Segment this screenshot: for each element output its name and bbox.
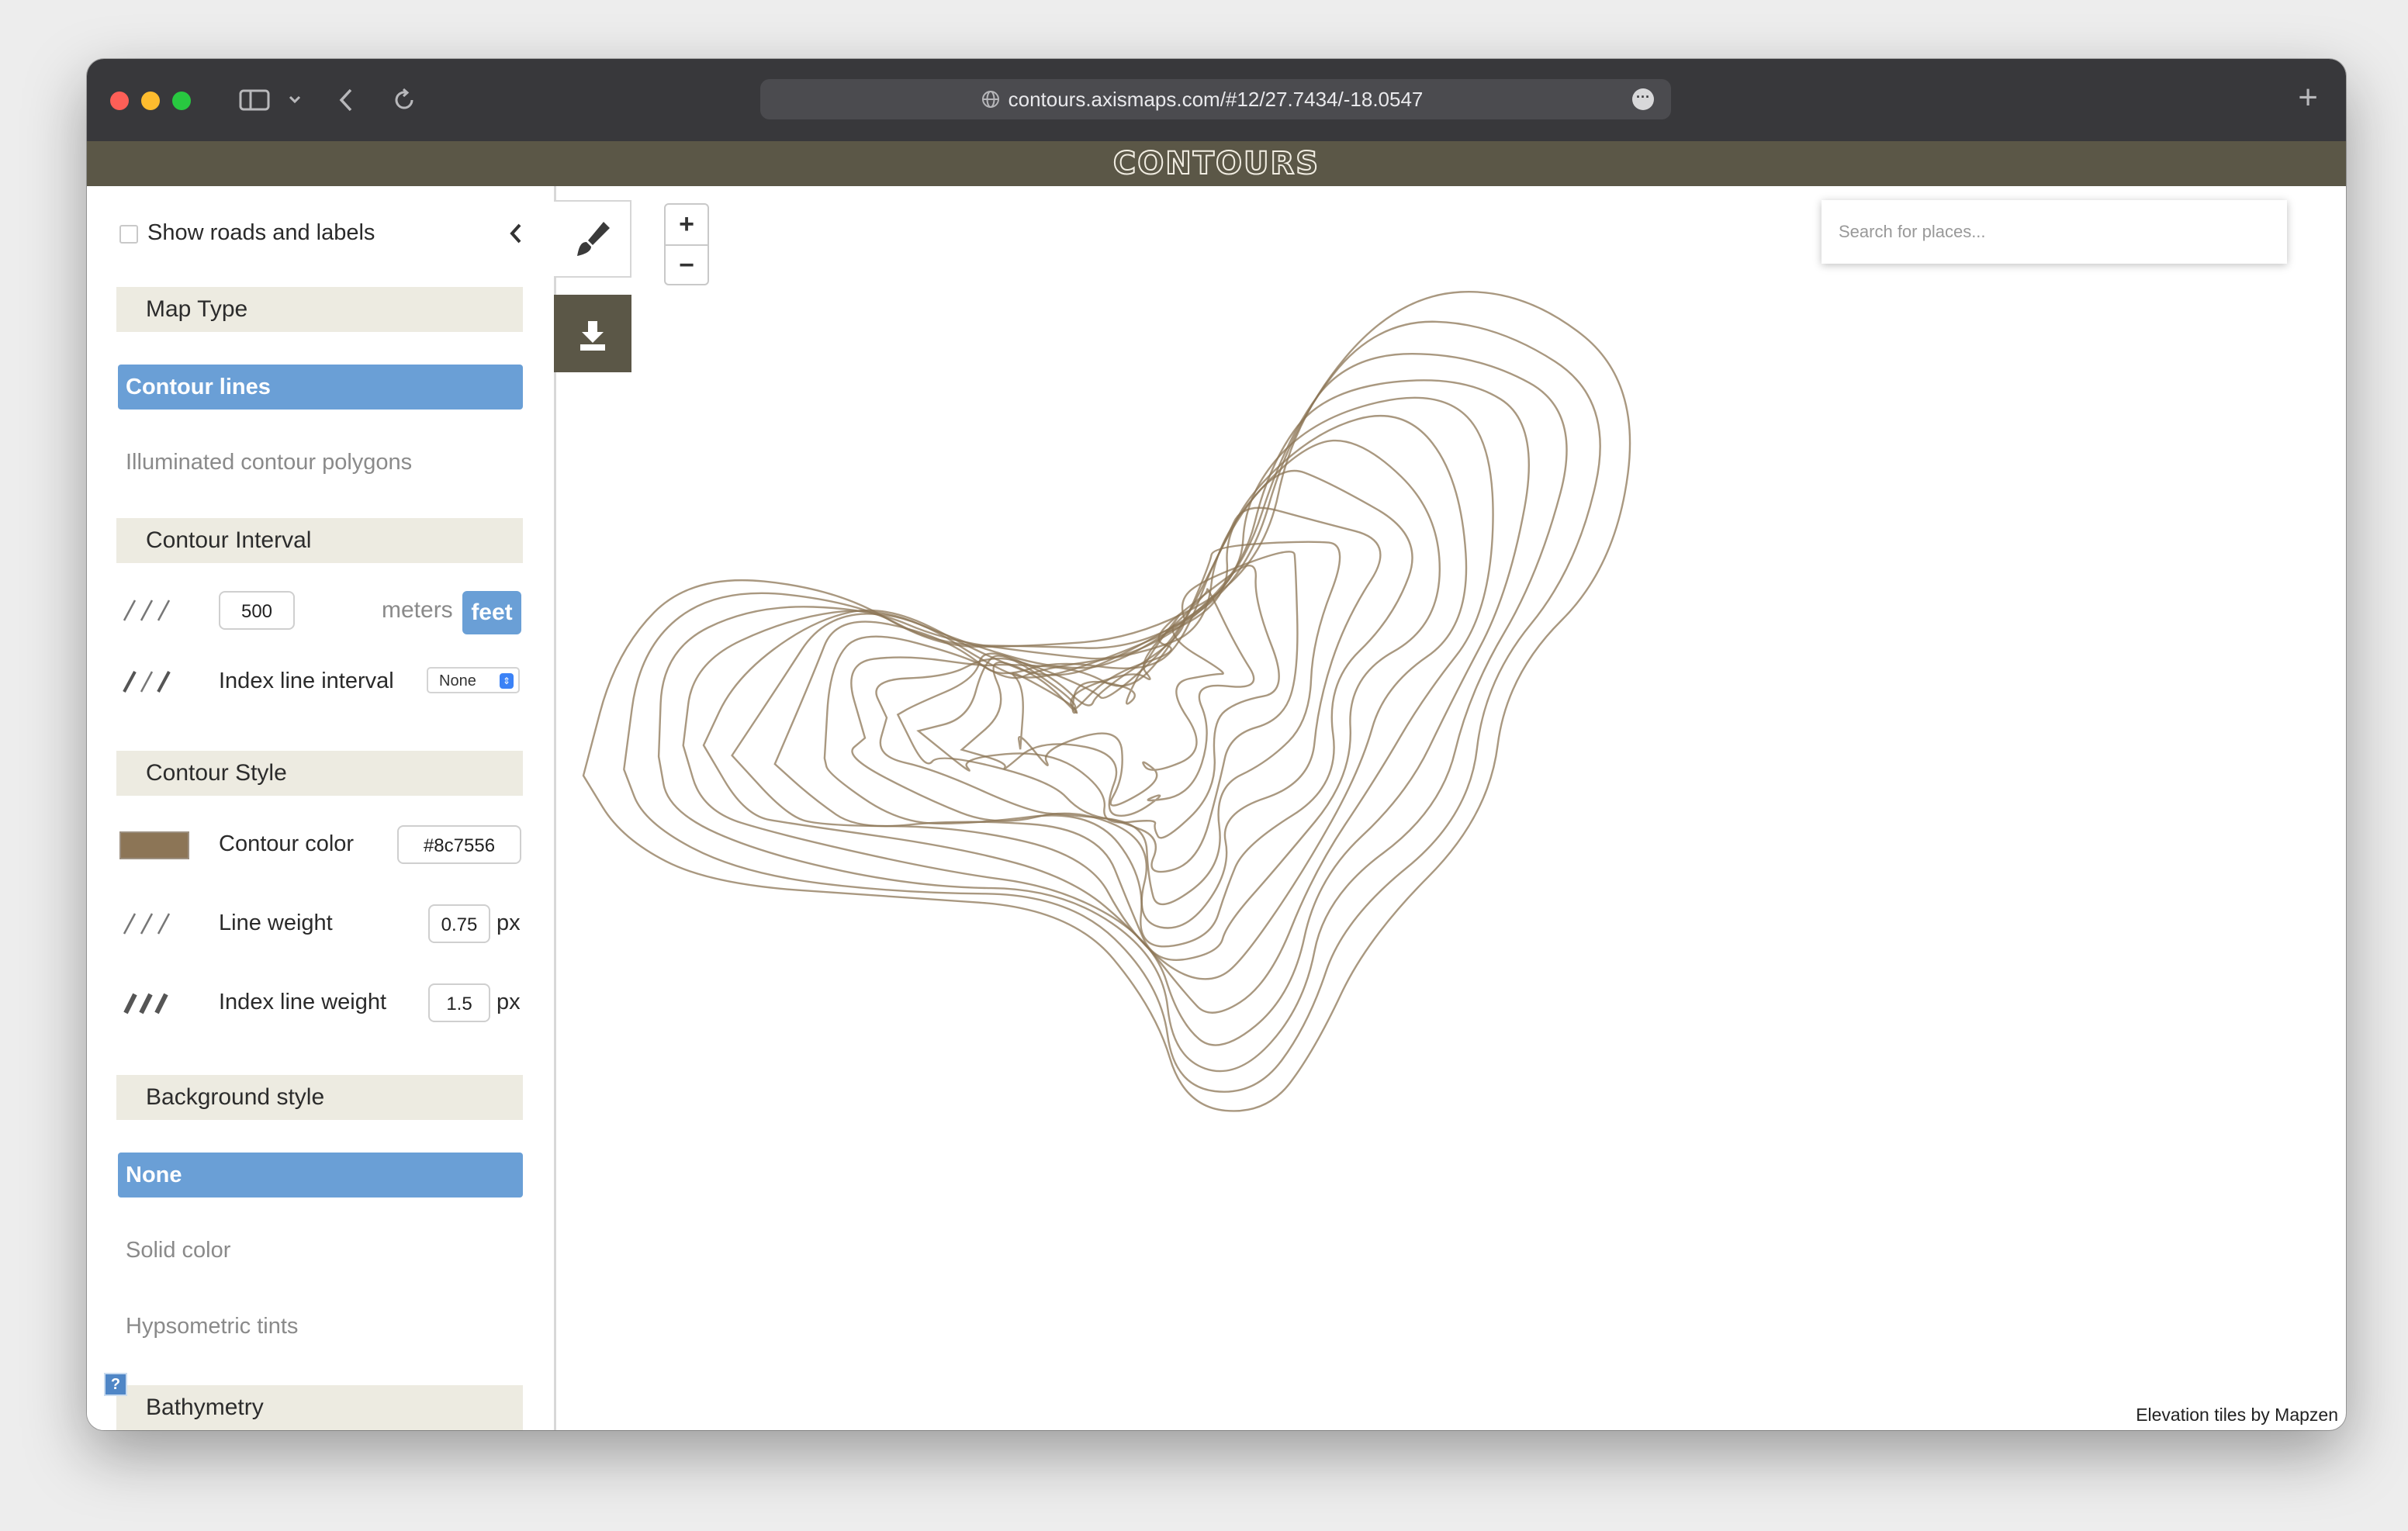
- line-weight-unit: px: [496, 911, 521, 935]
- line-weight-label: Line weight: [219, 911, 333, 935]
- contour-line: [582, 291, 1631, 1112]
- browser-titlebar: contours.axismaps.com/#12/27.7434/-18.05…: [87, 59, 2346, 143]
- app-header: CONTOURS: [87, 141, 2346, 186]
- style-tool-button[interactable]: [554, 200, 631, 278]
- line-interval-icon: [123, 600, 171, 621]
- bathymetry-header: Bathymetry: [116, 1385, 523, 1430]
- download-icon: [580, 321, 605, 351]
- contour-color-label: Contour color: [219, 831, 355, 856]
- unit-feet-button[interactable]: feet: [462, 591, 521, 634]
- close-window-button[interactable]: [110, 92, 129, 110]
- map-type-header: Map Type: [116, 287, 523, 332]
- contour-lines-group: [582, 291, 1631, 1112]
- contour-line: [657, 352, 1568, 1073]
- background-none-option[interactable]: None: [118, 1153, 523, 1197]
- show-roads-label: Show roads and labels: [147, 220, 375, 245]
- contour-line: [682, 379, 1530, 1046]
- line-weight-icon: [123, 913, 171, 935]
- contour-color-swatch[interactable]: [119, 831, 189, 859]
- contour-interval-header: Contour Interval: [116, 518, 523, 563]
- chevron-down-icon[interactable]: [287, 90, 303, 113]
- globe-icon: [981, 79, 1001, 133]
- minimize-window-button[interactable]: [141, 92, 160, 110]
- download-tool-button[interactable]: [554, 295, 631, 372]
- zoom-control: + −: [664, 203, 709, 285]
- contour-map: [582, 291, 1631, 1112]
- new-tab-icon[interactable]: +: [2298, 78, 2318, 118]
- attribution-text: Elevation tiles by Mapzen: [2136, 1405, 2338, 1425]
- background-style-header: Background style: [116, 1075, 523, 1120]
- contour-line: [850, 506, 1382, 929]
- app-title: CONTOURS: [1112, 145, 1320, 182]
- more-icon[interactable]: ···: [1632, 88, 1654, 110]
- contour-color-input[interactable]: #8c7556: [397, 825, 521, 864]
- place-search-input[interactable]: Search for places...: [1822, 200, 2287, 264]
- settings-sidebar: Show roads and labels Map Type Contour l…: [87, 186, 556, 1430]
- browser-window: contours.axismaps.com/#12/27.7434/-18.05…: [87, 59, 2346, 1430]
- brush-icon: [577, 222, 610, 256]
- index-line-interval-label: Index line interval: [219, 669, 394, 693]
- contour-line: [702, 396, 1494, 1014]
- index-line-weight-label: Index line weight: [219, 990, 387, 1014]
- contour-style-header: Contour Style: [116, 751, 523, 796]
- show-roads-checkbox[interactable]: [119, 225, 138, 244]
- help-icon[interactable]: ?: [104, 1373, 127, 1396]
- contour-line: [731, 414, 1468, 980]
- background-hypsometric-option[interactable]: Hypsometric tints: [126, 1314, 298, 1339]
- contour-line: [960, 588, 1255, 817]
- chevron-left-icon[interactable]: [506, 220, 526, 251]
- zoom-in-button[interactable]: +: [666, 205, 708, 246]
- index-line-weight-icon: [123, 993, 168, 1014]
- address-bar[interactable]: contours.axismaps.com/#12/27.7434/-18.05…: [760, 79, 1671, 119]
- line-weight-input[interactable]: 0.75: [428, 904, 490, 943]
- map-type-contour-lines[interactable]: Contour lines: [118, 365, 523, 410]
- index-line-weight-input[interactable]: 1.5: [428, 983, 490, 1022]
- reload-icon[interactable]: [391, 87, 417, 118]
- unit-meters-button[interactable]: meters: [382, 597, 453, 624]
- contour-line: [623, 320, 1601, 1093]
- zoom-out-button[interactable]: −: [666, 246, 708, 285]
- sidebar-toggle-icon[interactable]: [239, 88, 270, 116]
- index-line-interval-value: None: [439, 672, 476, 689]
- maximize-window-button[interactable]: [172, 92, 191, 110]
- map-canvas[interactable]: Elevation tiles by Mapzen: [556, 186, 2346, 1430]
- back-icon[interactable]: [337, 87, 355, 118]
- interval-input[interactable]: 500: [219, 591, 295, 630]
- index-line-weight-unit: px: [496, 990, 521, 1014]
- select-arrows-icon: ⇕: [500, 673, 514, 689]
- index-line-icon: [123, 671, 171, 693]
- url-text: contours.axismaps.com/#12/27.7434/-18.05…: [1008, 88, 1424, 111]
- map-type-illuminated-polygons[interactable]: Illuminated contour polygons: [126, 450, 412, 475]
- index-line-interval-select[interactable]: None ⇕: [427, 667, 520, 693]
- contour-line: [916, 565, 1280, 839]
- contour-line: [773, 439, 1441, 961]
- background-solid-color-option[interactable]: Solid color: [126, 1238, 230, 1263]
